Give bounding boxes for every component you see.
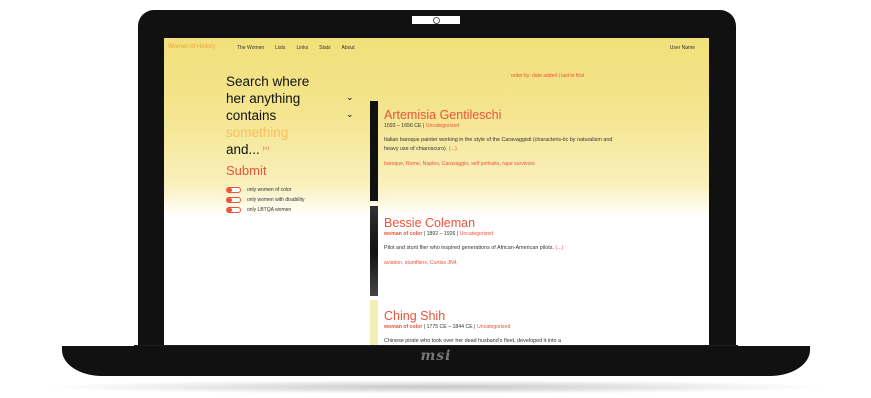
filter-row: only women of color (226, 185, 366, 195)
entry-body: Ching Shih woman of color | 1775 CE – 18… (384, 309, 620, 345)
entry-meta: 1593 – 1656 CE | Uncategorized (384, 123, 620, 129)
floor-shadow (40, 380, 830, 394)
search-term-input[interactable]: something (226, 124, 366, 141)
search-operator-select[interactable]: contains ⌄ (226, 107, 366, 124)
entry-meta: woman of color | 1775 CE – 1844 CE | Unc… (384, 324, 620, 330)
laptop-base: msi (62, 346, 810, 376)
nav-link-links[interactable]: Links (296, 45, 308, 51)
entry-tags[interactable]: aviation, stuntfliers, Curtiss JN4, (384, 260, 620, 266)
portrait-image (370, 206, 378, 296)
entry-name-link[interactable]: Bessie Coleman (384, 216, 620, 230)
nav-link-lists[interactable]: Lists (275, 45, 285, 51)
brand-logo: msi (420, 348, 452, 364)
toggle-women-of-color[interactable] (226, 187, 241, 193)
entry-desc-text: Pilot and stunt flier who inspired gener… (384, 245, 554, 251)
filter-label: only women with disability (247, 197, 305, 203)
entry-name-link[interactable]: Artemisia Gentileschi (384, 108, 620, 122)
entry-card: Bessie Coleman woman of color | 1892 – 1… (370, 206, 620, 296)
filter-row: only women with disability (226, 195, 366, 205)
woman-of-color-tag[interactable]: woman of color (384, 231, 422, 237)
nav-link-stats[interactable]: Stats (319, 45, 330, 51)
entry-description: Italian baroque painter working in the s… (384, 136, 620, 154)
search-field-select[interactable]: her anything ⌄ (226, 90, 366, 107)
entry-description: Pilot and stunt flier who inspired gener… (384, 244, 620, 253)
category-link[interactable]: Uncategorized (460, 231, 493, 237)
search-text-2: her anything (226, 91, 301, 106)
portrait-image (370, 300, 378, 345)
laptop-mockup: Women of History The Women Lists Links S… (0, 0, 871, 398)
filter-label: only LBTQA women (247, 207, 292, 213)
filter-label: only women of color (247, 187, 292, 193)
chevron-down-icon[interactable]: ⌄ (346, 89, 354, 106)
entry-card: Ching Shih woman of color | 1775 CE – 18… (370, 300, 620, 345)
entry-dates: | 1892 – 1926 | (422, 231, 460, 237)
camera-icon (433, 17, 440, 24)
search-text-1: Search where (226, 74, 310, 89)
user-name-link[interactable]: User Name (670, 45, 695, 51)
entry-card: Artemisia Gentileschi 1593 – 1656 CE | U… (370, 101, 620, 201)
category-link[interactable]: Uncategorized (426, 123, 459, 129)
nav-links: The Women Lists Links Stats About (237, 45, 355, 51)
screen: Women of History The Women Lists Links S… (164, 38, 709, 345)
search-line-and: and... (+) (226, 141, 366, 158)
read-more-link[interactable]: (...) (555, 245, 563, 251)
search-line-1: Search where (226, 73, 366, 90)
filter-toggles: only women of color only women with disa… (226, 185, 366, 215)
read-more-link[interactable]: (...) (449, 146, 457, 152)
search-panel: Search where her anything ⌄ contains ⌄ som… (226, 73, 366, 215)
entry-dates: 1593 – 1656 CE | (384, 123, 426, 129)
category-link[interactable]: Uncategorized (477, 324, 510, 330)
entry-desc-text: Italian baroque painter working in the s… (384, 137, 613, 152)
nav-link-the-women[interactable]: The Women (237, 45, 264, 51)
search-text-3: contains (226, 108, 277, 123)
entry-body: Artemisia Gentileschi 1593 – 1656 CE | U… (384, 108, 620, 167)
filter-row: only LBTQA women (226, 205, 366, 215)
toggle-lbtqa-women[interactable] (226, 207, 241, 213)
add-condition-link[interactable]: (+) (263, 146, 269, 152)
entry-meta: woman of color | 1892 – 1926 | Uncategor… (384, 231, 620, 237)
search-text-and: and... (226, 142, 260, 157)
entry-dates: | 1775 CE – 1844 CE | (422, 324, 477, 330)
portrait-image (370, 101, 378, 201)
entry-body: Bessie Coleman woman of color | 1892 – 1… (384, 216, 620, 266)
order-by-link[interactable]: order by: date added | last to first (511, 73, 584, 79)
entry-name-link[interactable]: Ching Shih (384, 309, 620, 323)
site-logo[interactable]: Women of History (168, 44, 216, 50)
submit-button[interactable]: Submit (226, 163, 366, 179)
woman-of-color-tag[interactable]: woman of color (384, 324, 422, 330)
camera-notch (410, 14, 462, 26)
chevron-down-icon[interactable]: ⌄ (346, 106, 354, 123)
nav-link-about[interactable]: About (342, 45, 355, 51)
top-nav: Women of History The Women Lists Links S… (164, 38, 709, 56)
entry-desc-text: Chinese pirate who took over her dead hu… (384, 338, 561, 344)
entry-tags[interactable]: baroque, Rome, Naples, Caravaggio, self … (384, 161, 620, 167)
toggle-women-with-disability[interactable] (226, 197, 241, 203)
entry-description: Chinese pirate who took over her dead hu… (384, 337, 620, 345)
